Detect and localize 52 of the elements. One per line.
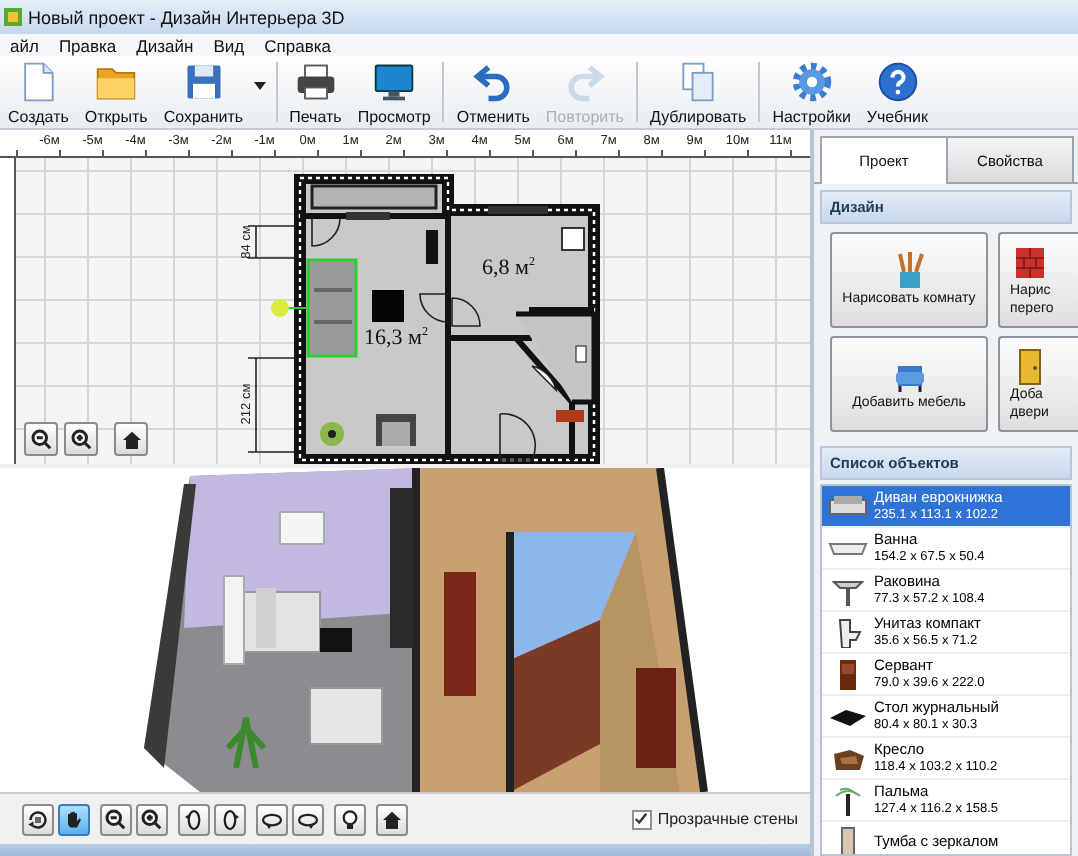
view-tool-button[interactable] [64, 422, 98, 456]
room-area-label: 6,8 м$^{2}$ [482, 256, 535, 280]
checkbox-label: Прозрачные стены [657, 810, 798, 829]
view-tool-button[interactable] [334, 803, 366, 836]
home-icon [380, 807, 404, 832]
view-tool-button[interactable] [58, 803, 90, 836]
toolbar-button[interactable]: Открыть [76, 56, 156, 128]
toolbar-button[interactable]: Отменить [448, 56, 538, 128]
view-tool-button[interactable] [22, 803, 54, 836]
view-tool-button[interactable] [214, 803, 246, 836]
menu-item[interactable]: айл [0, 35, 49, 55]
view-tool-button[interactable] [114, 422, 148, 456]
zoom-in-icon [69, 427, 93, 451]
toolbar-button[interactable]: Просмотр [349, 56, 439, 128]
view-tool-button[interactable] [376, 803, 408, 836]
menu-item[interactable]: Справка [254, 35, 341, 55]
caret-icon [253, 82, 266, 90]
printer-icon [293, 59, 338, 103]
menu-item[interactable]: Вид [203, 35, 255, 55]
toolbar-button[interactable]: Дублировать [641, 56, 755, 128]
light-bulb-icon [338, 807, 362, 832]
view-tool-button[interactable] [136, 803, 168, 836]
view-tool-button[interactable] [292, 803, 324, 836]
hand-icon [62, 807, 86, 832]
view-tool-button[interactable] [178, 803, 210, 836]
toolbar-button[interactable]: Сохранить [155, 56, 272, 128]
window-title: Новый проект - Дизайн Интерьера 3D [28, 7, 345, 27]
zoom-in-icon [140, 807, 164, 832]
home-icon [119, 427, 143, 451]
help-icon [875, 59, 920, 103]
undo-arrow-icon [471, 59, 516, 103]
menu-item[interactable]: Правка [48, 35, 127, 55]
view-tool-button[interactable] [256, 803, 288, 836]
app-icon [4, 8, 22, 26]
zoom-out-icon [104, 807, 128, 832]
turn-right-icon [218, 807, 242, 832]
rotate-icon [26, 807, 50, 832]
monitor-icon [372, 59, 417, 103]
toolbar-button[interactable]: Настройки [764, 56, 859, 128]
redo-arrow-icon [562, 59, 607, 103]
room-area-label: 16,3 м$^{2}$ [364, 326, 428, 350]
toolbar-button[interactable]: Печать [281, 56, 350, 128]
view-tool-button[interactable] [100, 803, 132, 836]
turn-left-icon [182, 807, 206, 832]
zoom-out-icon [29, 427, 53, 451]
brick-wall-icon [1010, 242, 1050, 283]
checkbox[interactable] [631, 809, 652, 830]
settings-icon [789, 59, 834, 103]
menu-item[interactable]: Дизайн [126, 35, 204, 55]
view-tool-button[interactable] [24, 422, 58, 456]
toolbar-button[interactable]: Создать [0, 56, 77, 128]
toolbar-button[interactable]: Учебник [858, 56, 936, 128]
